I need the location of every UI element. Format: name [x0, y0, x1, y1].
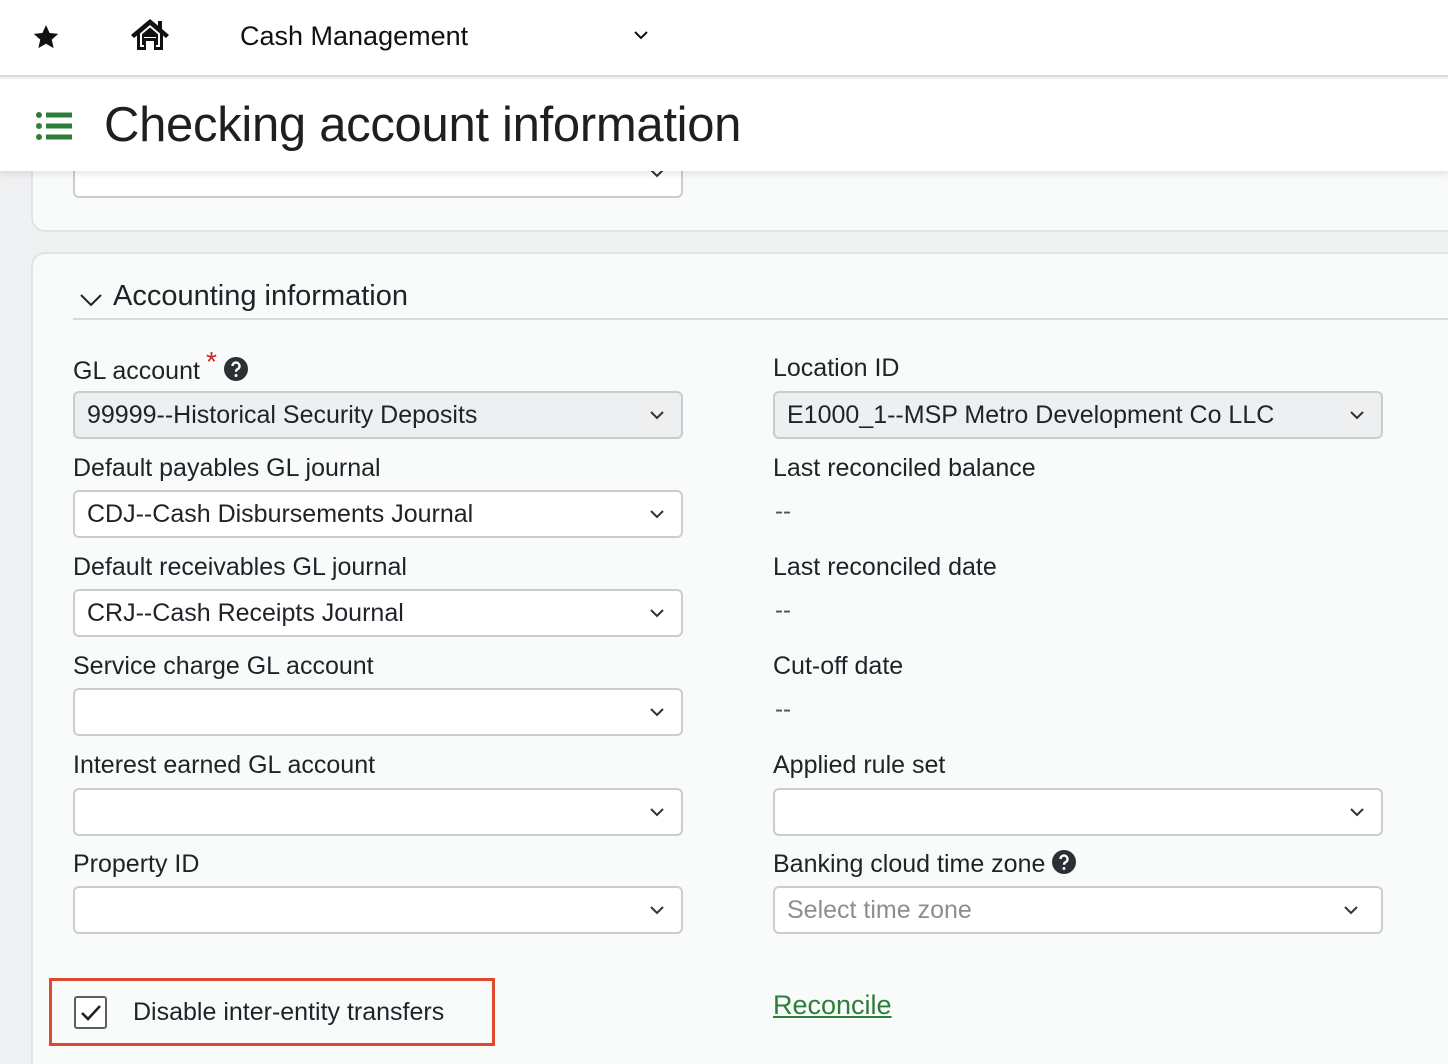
chevron-down-icon — [1344, 906, 1358, 915]
location-id-label: Location ID — [773, 354, 900, 382]
time-zone-label: Banking cloud time zone — [773, 850, 1077, 879]
disable-transfers-label[interactable]: Disable inter-entity transfers — [133, 998, 444, 1027]
chevron-down-icon — [650, 609, 664, 618]
receivables-journal-label: Default receivables GL journal — [73, 553, 407, 581]
payables-journal-label: Default payables GL journal — [73, 454, 381, 482]
gl-account-select[interactable]: 99999--Historical Security Deposits — [73, 391, 683, 439]
disable-transfers-checkbox[interactable] — [74, 996, 107, 1029]
accounting-information-card: Accounting information GL account * 99999… — [31, 252, 1448, 1064]
module-title[interactable]: Cash Management — [240, 21, 468, 52]
property-id-label: Property ID — [73, 850, 200, 878]
help-icon[interactable] — [223, 356, 249, 382]
applied-rule-set-label: Applied rule set — [773, 751, 946, 779]
chevron-down-icon — [650, 510, 664, 519]
gl-account-value: 99999--Historical Security Deposits — [87, 401, 478, 429]
interest-earned-select[interactable] — [73, 788, 683, 836]
chevron-down-icon — [650, 411, 664, 420]
applied-rule-set-select[interactable] — [773, 788, 1383, 836]
cutoff-date-value: -- — [775, 696, 791, 723]
required-asterisk: * — [205, 346, 217, 377]
property-id-select[interactable] — [73, 886, 683, 934]
gl-account-label-text: GL account — [73, 357, 200, 385]
payables-journal-select[interactable]: CDJ--Cash Disbursements Journal — [73, 490, 683, 538]
location-id-select[interactable]: E1000_1--MSP Metro Development Co LLC — [773, 391, 1383, 439]
time-zone-placeholder: Select time zone — [787, 896, 972, 924]
last-reconciled-balance-label: Last reconciled balance — [773, 454, 1036, 482]
section-title: Accounting information — [113, 280, 408, 312]
service-charge-select[interactable] — [73, 688, 683, 736]
disable-transfers-highlight: Disable inter-entity transfers — [49, 978, 495, 1046]
chevron-down-icon — [650, 708, 664, 717]
interest-earned-label: Interest earned GL account — [73, 751, 376, 779]
chevron-down-icon — [650, 808, 664, 817]
gl-account-label: GL account * — [73, 346, 249, 386]
last-reconciled-date-label: Last reconciled date — [773, 553, 997, 581]
page-title: Checking account information — [104, 98, 742, 152]
chevron-down-icon[interactable] — [79, 292, 103, 308]
receivables-journal-select[interactable]: CRJ--Cash Receipts Journal — [73, 589, 683, 637]
chevron-down-icon — [1350, 808, 1364, 817]
checkmark-icon — [81, 1005, 101, 1021]
payables-journal-value: CDJ--Cash Disbursements Journal — [87, 500, 474, 528]
receivables-journal-value: CRJ--Cash Receipts Journal — [87, 599, 404, 627]
time-zone-label-text: Banking cloud time zone — [773, 850, 1046, 878]
cutoff-date-label: Cut-off date — [773, 652, 904, 680]
section-header[interactable]: Accounting information — [73, 280, 1448, 320]
service-charge-label: Service charge GL account — [73, 652, 374, 680]
help-icon[interactable] — [1051, 849, 1077, 875]
list-icon[interactable] — [35, 110, 73, 142]
last-reconciled-balance-value: -- — [775, 498, 791, 525]
reconcile-link[interactable]: Reconcile — [773, 990, 892, 1021]
page-header: Checking account information — [0, 79, 1448, 171]
chevron-down-icon[interactable] — [632, 28, 650, 42]
chevron-down-icon — [650, 906, 664, 915]
star-icon[interactable] — [30, 22, 62, 52]
home-icon[interactable] — [129, 16, 171, 52]
chevron-down-icon — [1350, 411, 1364, 420]
location-id-value: E1000_1--MSP Metro Development Co LLC — [787, 401, 1275, 429]
last-reconciled-date-value: -- — [775, 597, 791, 624]
time-zone-select[interactable]: Select time zone — [773, 886, 1383, 934]
top-nav-bar: Cash Management — [0, 0, 1448, 77]
